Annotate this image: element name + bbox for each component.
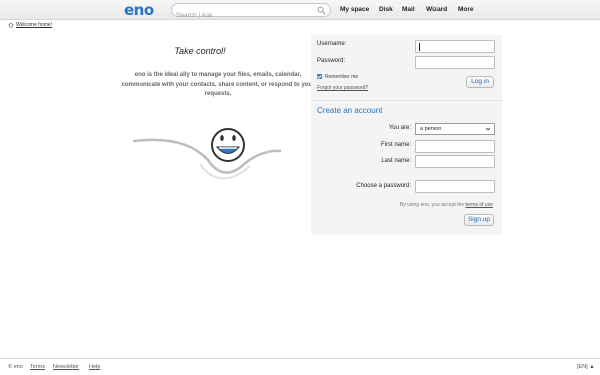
you-are-value: a person <box>420 126 442 132</box>
terms-of-use-link[interactable]: terms of use <box>465 202 493 208</box>
panel-divider <box>311 100 502 101</box>
signup-button[interactable]: Sign up <box>464 214 494 226</box>
login-button[interactable]: Log in <box>466 76 494 88</box>
password-input[interactable] <box>416 63 494 75</box>
remember-me-checkbox[interactable] <box>317 74 322 79</box>
last-name-input[interactable] <box>416 162 494 174</box>
password-label: Password: <box>317 58 346 64</box>
terms-notice: By using eno, you accept the terms of us… <box>371 202 493 208</box>
nav-more[interactable]: More <box>458 6 474 13</box>
chevron-down-icon <box>485 127 491 131</box>
search-icon[interactable] <box>317 6 326 15</box>
footer-link-terms[interactable]: Terms <box>30 364 45 370</box>
footer: © eno Terms Newsletter Help [EN] ▲ <box>0 358 600 375</box>
auth-panel: Username: Password: Remember me Forgot y… <box>311 35 502 235</box>
breadcrumb: Welcome home! <box>8 22 52 28</box>
breadcrumb-home-link[interactable]: Welcome home! <box>16 22 52 28</box>
promo-text: eno is the ideal ally to manage your fil… <box>121 72 315 97</box>
nav-my-space[interactable]: My space <box>340 6 369 13</box>
search-box[interactable] <box>171 3 331 22</box>
footer-copyright: © eno <box>8 364 23 370</box>
terms-prefix: By using eno, you accept the <box>399 202 465 208</box>
remember-me-label[interactable]: Remember me <box>325 74 358 80</box>
footer-link-newsletter[interactable]: Newsletter <box>53 364 79 370</box>
you-are-label: You are: <box>388 125 411 131</box>
nav-wizard[interactable]: Wizard <box>426 6 447 13</box>
first-name-label: First name: <box>380 142 411 148</box>
choose-password-input[interactable] <box>416 187 494 199</box>
username-label: Username: <box>317 41 347 47</box>
home-icon <box>8 22 14 28</box>
promo-headline: Take control! <box>174 46 226 56</box>
search-input[interactable] <box>172 9 312 22</box>
top-bar: eno My space Disk Mail Wizard More <box>0 0 600 22</box>
last-name-field[interactable] <box>415 155 495 174</box>
forgot-password-link[interactable]: Forgot your password? <box>317 85 368 91</box>
choose-password-field[interactable] <box>415 180 495 199</box>
text-cursor <box>419 43 420 51</box>
nav-disk[interactable]: Disk <box>379 6 393 13</box>
username-field[interactable] <box>415 40 495 59</box>
you-are-select[interactable]: a person <box>415 123 495 135</box>
eno-logo[interactable]: eno <box>124 1 154 19</box>
last-name-label: Last name: <box>381 158 411 164</box>
language-selector[interactable]: [EN] ▲ <box>577 364 595 370</box>
choose-password-label: Choose a password: <box>356 183 411 189</box>
footer-link-help[interactable]: Help <box>89 364 100 370</box>
nav-mail[interactable]: Mail <box>402 6 415 13</box>
password-field[interactable] <box>415 56 495 75</box>
create-account-heading: Create an account <box>317 106 383 115</box>
first-name-field[interactable] <box>415 140 495 159</box>
smiley-illustration <box>132 128 282 180</box>
